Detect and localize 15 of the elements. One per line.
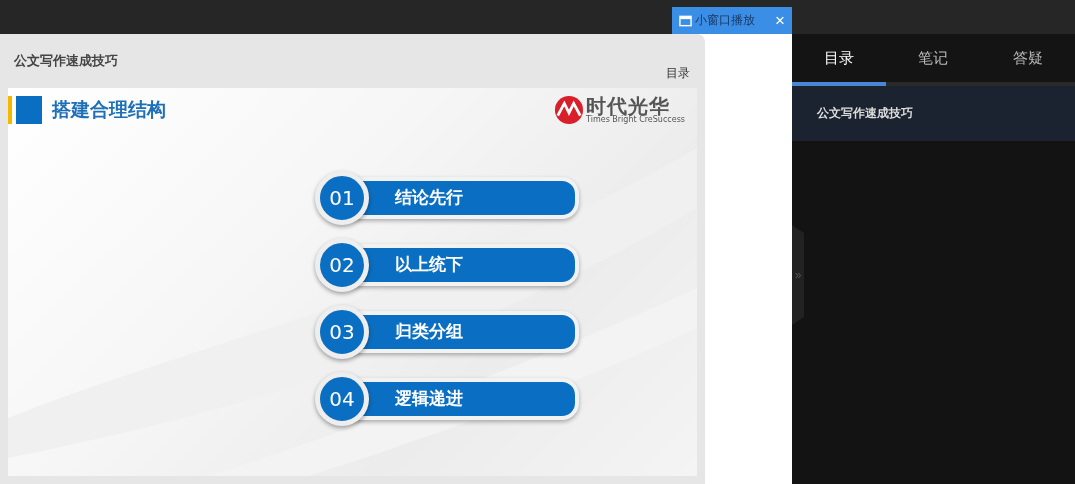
toc-link[interactable]: 目录 [666,65,690,82]
sidebar-tab[interactable]: 答疑 [980,34,1075,86]
course-title: 公文写作速成技巧 [14,52,118,70]
logo-icon [554,95,585,125]
sidebar-tab[interactable]: 笔记 [886,34,981,86]
number-badge: 02 [315,237,369,292]
title-square [16,96,42,124]
logo-tagline: Times Bright CreSuccess [586,116,685,124]
mini-player-button[interactable]: 小窗口播放 [672,7,768,34]
logo-name: 时代光华 [586,96,671,116]
accent-bar [8,96,12,124]
chapter-item[interactable]: 公文写作速成技巧 [792,86,1075,141]
number-badge: 01 [315,170,369,225]
window-icon [679,14,692,27]
slide-title: 搭建合理结构 [52,97,166,122]
